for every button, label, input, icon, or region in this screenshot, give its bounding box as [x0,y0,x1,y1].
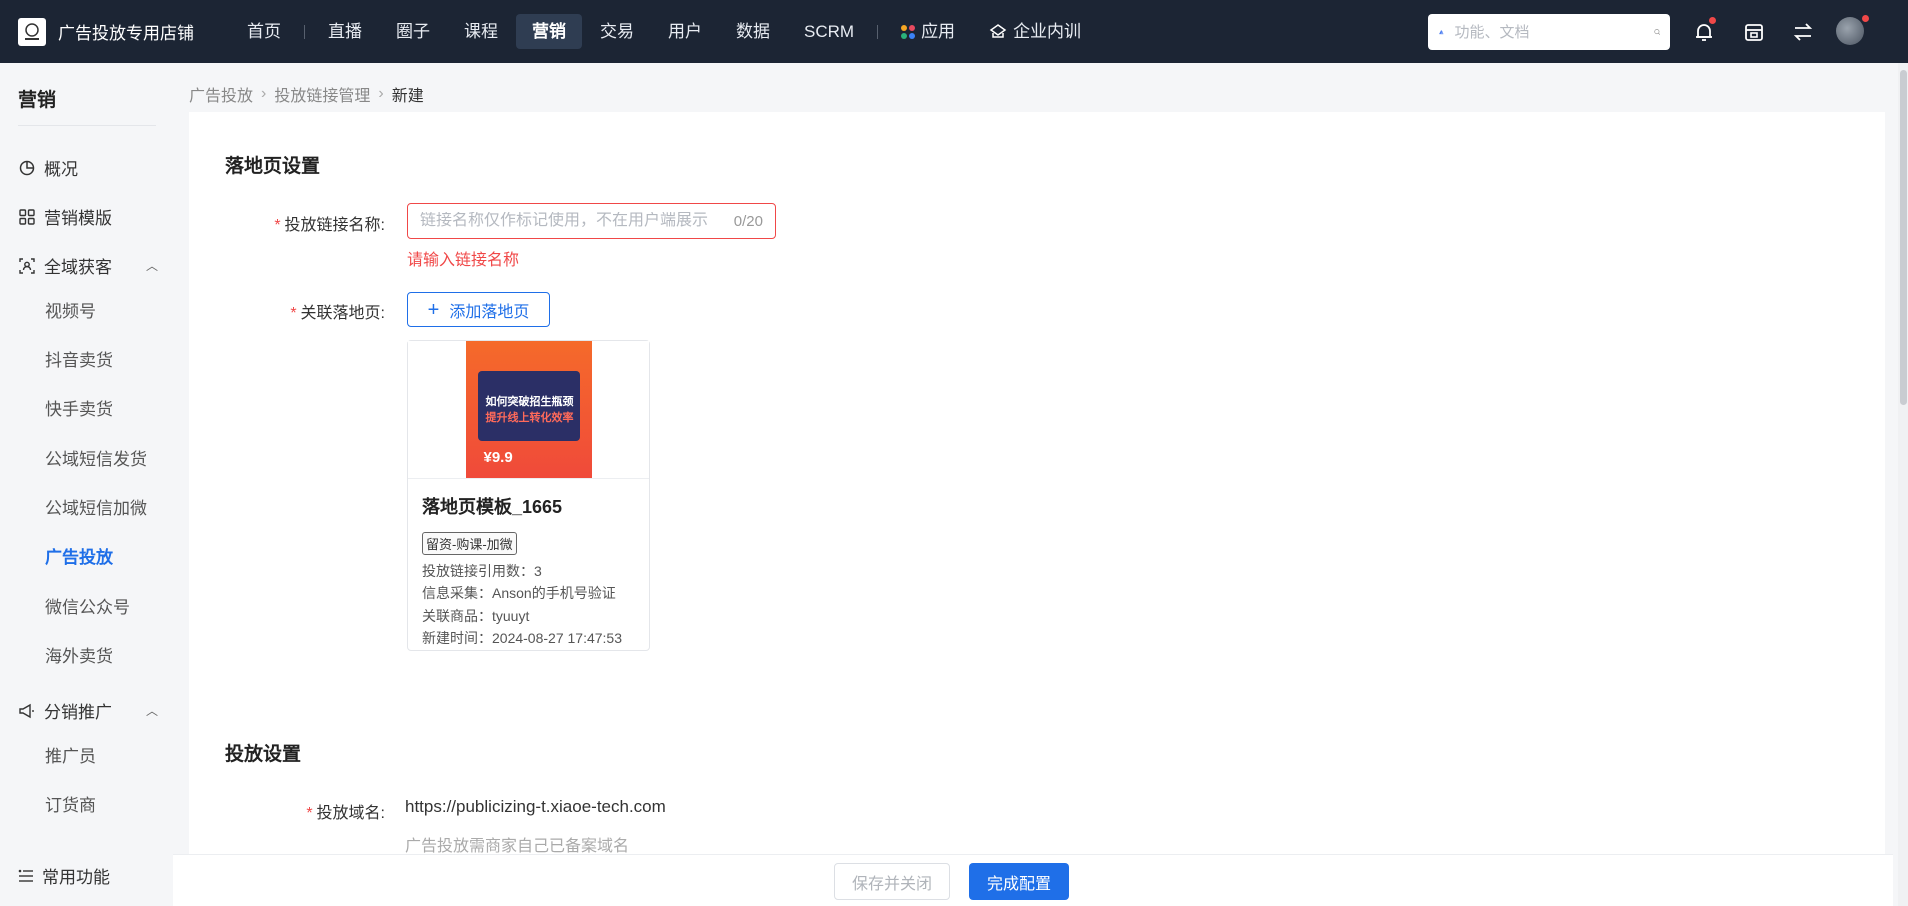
sidebar-sub-wechat-mp[interactable]: 微信公众号 [45,593,130,618]
avatar-dot [1862,15,1869,22]
breadcrumb-ads[interactable]: 广告投放 [189,82,253,106]
list-icon [18,868,34,884]
apps-icon [901,24,916,39]
megaphone-icon [18,702,36,720]
sidebar-item-distribution[interactable]: 分销推广 ︿ [18,698,158,723]
nav-course[interactable]: 课程 [448,14,514,49]
domain-label: * 投放域名: [306,805,385,822]
sidebar-item-templates[interactable]: 营销模版 [18,204,158,229]
global-search [1428,14,1670,50]
nav-divider [304,24,305,39]
sidebar-divider [18,125,156,126]
sidebar-sub-overseas[interactable]: 海外卖货 [45,642,113,667]
training-icon [989,23,1007,38]
sidebar-sub-douyin[interactable]: 抖音卖货 [45,346,113,371]
card-info-collect: 信息采集：Anson的手机号验证 [422,585,616,601]
search-logo-icon [1439,29,1444,35]
nav-home[interactable]: 首页 [231,14,297,49]
breadcrumb-link-manage[interactable]: 投放链接管理 [274,82,370,106]
store-logo-icon [18,17,46,46]
sidebar-item-label: 营销模版 [44,209,112,228]
nav-live[interactable]: 直播 [312,14,378,49]
sidebar-item-label: 全域获客 [44,258,112,277]
grid-icon [18,208,36,226]
chevron-up-icon[interactable]: ︿ [146,257,158,274]
sidebar-sub-ads[interactable]: 广告投放 [45,543,113,568]
sidebar-item-overview[interactable]: 概况 [18,155,158,180]
brand[interactable]: 广告投放专用店铺 [0,17,230,46]
chevron-right-icon: › [378,85,384,102]
scrollbar-thumb[interactable] [1900,70,1907,405]
nav-training[interactable]: 企业内训 [973,14,1097,49]
card-product: 关联商品：tyuuyt [422,608,530,624]
domain-hint: 广告投放需商家自己已备案域名 [405,838,630,855]
poster-line2: 提升线上转化效率 [485,412,574,424]
add-landing-page-label: 添加落地页 [449,303,530,321]
breadcrumb-current: 新建 [391,88,424,105]
char-count: 0/20 [733,212,763,230]
card-created-time: 新建时间：2024-08-27 17:47:53 [422,630,622,646]
chevron-right-icon: › [261,85,267,102]
sidebar-footer-common[interactable]: 常用功能 [0,845,173,906]
save-and-close-button[interactable]: 保存并关闭 [834,863,950,900]
nav-apps-label: 应用 [921,22,956,41]
plus-icon: + [427,298,440,321]
landing-page-card[interactable]: 如何突破招生瓶颈 提升线上转化效率 ¥9.9 落地页模板_1665 留资-购课-… [407,340,650,651]
landing-section-title: 落地页设置 [225,156,321,177]
sidebar: 营销 概况 营销模版 全域获客 ︿ 视频号 抖音卖货 快手卖货 公域短信发货 公… [0,63,173,906]
card-ref-count: 投放链接引用数：3 [422,563,542,579]
sidebar-footer-label: 常用功能 [42,868,110,887]
sidebar-sub-promoters[interactable]: 推广员 [45,742,96,767]
nav-users[interactable]: 用户 [652,14,718,49]
nav-trade[interactable]: 交易 [584,14,650,49]
card-tag: 留资-购课-加微 [422,532,517,555]
store-name: 广告投放专用店铺 [58,24,194,43]
nav-scrm[interactable]: SCRM [788,14,870,49]
nav-apps[interactable]: 应用 [885,14,971,49]
link-name-label: * 投放链接名称: [274,217,385,234]
notification-dot [1709,17,1716,24]
switch-icon[interactable] [1791,20,1815,44]
link-name-field: 0/20 [407,203,776,239]
sidebar-item-acquisition[interactable]: 全域获客 ︿ [18,253,158,278]
domain-value: https://publicizing-t.xiaoe-tech.com [405,797,666,816]
link-name-input[interactable] [420,212,734,230]
sidebar-item-label: 分销推广 [44,703,112,722]
nav-data[interactable]: 数据 [720,14,786,49]
sidebar-sub-sms-wechat[interactable]: 公域短信加微 [45,494,147,519]
sidebar-sub-channels[interactable]: 视频号 [45,297,96,322]
breadcrumb: 广告投放 › 投放链接管理 › 新建 [189,82,424,106]
poster-image: 如何突破招生瓶颈 提升线上转化效率 ¥9.9 [465,341,592,478]
sidebar-title: 营销 [18,90,57,111]
finish-config-button[interactable]: 完成配置 [969,863,1069,900]
poster-price: ¥9.9 [483,449,513,466]
sidebar-item-label: 概况 [44,160,78,179]
search-icon[interactable] [1653,23,1661,41]
sidebar-sub-sms-delivery[interactable]: 公域短信发货 [45,445,147,470]
card-thumbnail: 如何突破招生瓶颈 提升线上转化效率 ¥9.9 [408,341,649,479]
pie-chart-icon [18,159,36,177]
card-title: 落地页模板_1665 [422,497,563,517]
delivery-section-title: 投放设置 [225,744,302,765]
sidebar-sub-dealers[interactable]: 订货商 [45,791,96,816]
user-scan-icon [18,257,36,275]
main-nav: 首页 直播 圈子 课程 营销 交易 用户 数据 SCRM 应用 企业内训 [230,14,1098,49]
avatar[interactable] [1836,17,1864,45]
landing-page-label: * 关联落地页: [290,305,385,322]
nav-marketing[interactable]: 营销 [516,14,582,49]
nav-training-label: 企业内训 [1013,22,1082,41]
nav-divider [877,24,879,39]
link-name-error: 请输入链接名称 [407,252,520,269]
chevron-up-icon[interactable]: ︿ [146,702,158,719]
nav-circle[interactable]: 圈子 [380,14,446,49]
poster-line1: 如何突破招生瓶颈 [485,396,574,408]
search-input[interactable] [1454,23,1654,41]
sidebar-sub-kuaishou[interactable]: 快手卖货 [45,395,113,420]
add-landing-page-button[interactable]: + 添加落地页 [407,292,550,327]
store-icon[interactable] [1742,20,1766,44]
